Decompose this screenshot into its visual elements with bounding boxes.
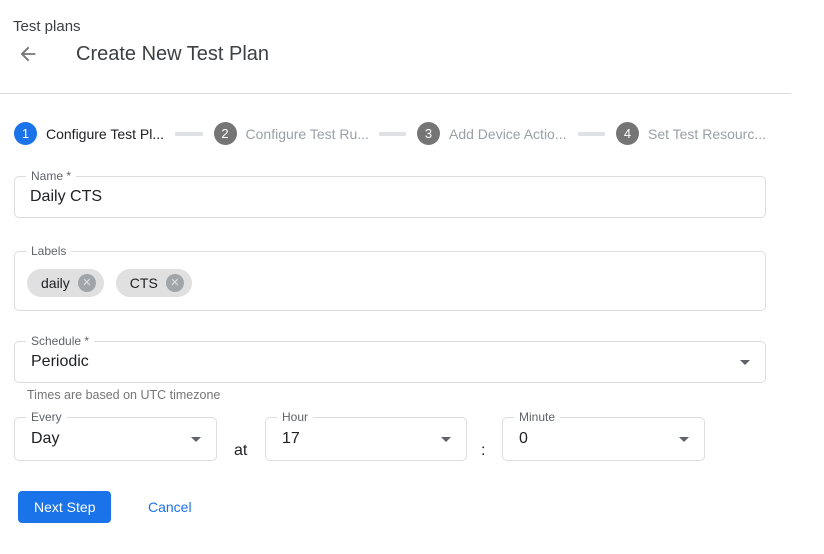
schedule-selected-value: Periodic: [31, 353, 89, 371]
chevron-down-icon: [740, 360, 750, 365]
chip-remove-icon[interactable]: ✕: [166, 274, 184, 292]
breadcrumb: Test plans: [13, 18, 81, 35]
chip-label: daily: [41, 275, 70, 291]
step-4-badge: 4: [616, 122, 639, 145]
step-2-badge: 2: [214, 122, 237, 145]
every-select[interactable]: Every Day: [14, 417, 217, 461]
schedule-select-label: Schedule *: [26, 334, 94, 348]
step-2-label: Configure Test Ru...: [246, 126, 368, 142]
labels-field-label: Labels: [26, 244, 71, 258]
hour-select-label: Hour: [277, 410, 313, 424]
step-1-badge: 1: [14, 122, 37, 145]
labels-field[interactable]: Labels daily ✕ CTS ✕: [14, 251, 766, 311]
stepper-step-1[interactable]: 1 Configure Test Pl...: [14, 122, 164, 145]
header-divider: [0, 93, 791, 94]
stepper: 1 Configure Test Pl... 2 Configure Test …: [14, 122, 766, 145]
name-field[interactable]: Name *: [14, 176, 766, 218]
chevron-down-icon: [191, 437, 201, 442]
at-text: at: [234, 442, 247, 460]
step-4-label: Set Test Resourc...: [648, 126, 766, 142]
chip-label: CTS: [130, 275, 158, 291]
step-3-badge: 3: [417, 122, 440, 145]
back-button[interactable]: [16, 43, 40, 67]
minute-selected-value: 0: [519, 430, 528, 448]
minute-select[interactable]: Minute 0: [502, 417, 705, 461]
chevron-down-icon: [679, 437, 689, 442]
hour-selected-value: 17: [282, 430, 300, 448]
schedule-select[interactable]: Schedule * Periodic: [14, 341, 766, 383]
step-3-label: Add Device Actio...: [449, 126, 567, 142]
every-select-label: Every: [26, 410, 67, 424]
hour-select[interactable]: Hour 17: [265, 417, 467, 461]
chip-remove-icon[interactable]: ✕: [78, 274, 96, 292]
stepper-step-3[interactable]: 3 Add Device Actio...: [417, 122, 567, 145]
chip-cts[interactable]: CTS ✕: [116, 269, 192, 297]
every-selected-value: Day: [31, 430, 59, 448]
stepper-step-4[interactable]: 4 Set Test Resourc...: [616, 122, 766, 145]
chips-row: daily ✕ CTS ✕: [27, 269, 192, 297]
minute-select-label: Minute: [514, 410, 560, 424]
chip-daily[interactable]: daily ✕: [27, 269, 104, 297]
stepper-connector: [379, 132, 406, 136]
arrow-back-icon: [17, 53, 39, 68]
chevron-down-icon: [441, 437, 451, 442]
step-1-label: Configure Test Pl...: [46, 126, 164, 142]
stepper-step-2[interactable]: 2 Configure Test Ru...: [214, 122, 368, 145]
stepper-connector: [578, 132, 605, 136]
name-input[interactable]: [15, 177, 765, 217]
colon-text: :: [481, 442, 485, 460]
next-step-button[interactable]: Next Step: [18, 491, 111, 523]
schedule-helper-text: Times are based on UTC timezone: [27, 388, 220, 402]
cancel-button[interactable]: Cancel: [140, 491, 200, 523]
stepper-connector: [175, 132, 202, 136]
page-title: Create New Test Plan: [76, 43, 269, 66]
